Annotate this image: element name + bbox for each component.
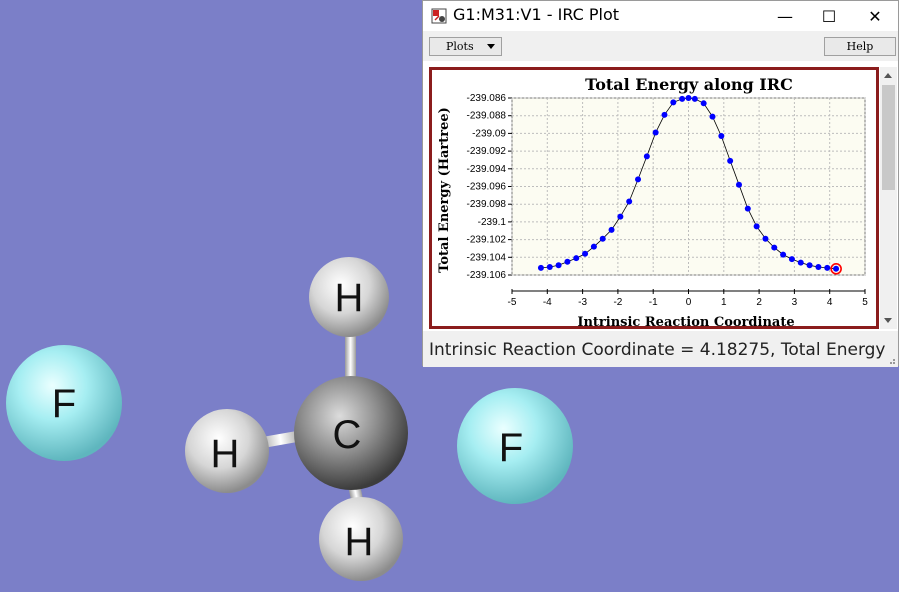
minimize-icon: — — [777, 6, 793, 26]
data-point — [753, 223, 760, 230]
plot-layer: -239.086 -239.088 -239.09 -239.092 -239.094 -… — [467, 93, 869, 308]
window-title: G1:M31:V1 - IRC Plot — [453, 5, 620, 24]
plots-label: Plots — [446, 40, 474, 53]
data-point — [806, 262, 813, 269]
data-point — [744, 205, 751, 212]
chevron-down-icon — [487, 44, 495, 49]
plot-area[interactable]: Total Energy along IRC Intrinsic Reactio… — [429, 67, 879, 329]
x-tick-label: 5 — [862, 297, 868, 308]
data-point — [573, 255, 580, 262]
status-text: Intrinsic Reaction Coordinate = 4.18275,… — [429, 340, 886, 360]
data-point — [797, 259, 804, 266]
data-point — [537, 264, 544, 271]
x-tick-label: -4 — [543, 297, 552, 308]
data-point — [762, 235, 769, 242]
maximize-button[interactable]: ☐ — [807, 3, 851, 29]
x-axis-label: Intrinsic Reaction Coordinate — [577, 315, 794, 326]
x-tick-label: -5 — [508, 297, 517, 308]
y-tick-label: -239.094 — [467, 164, 507, 175]
data-point — [691, 95, 698, 102]
status-bar: Intrinsic Reaction Coordinate = 4.18275,… — [423, 331, 898, 367]
x-tick-label: 3 — [792, 297, 798, 308]
data-point — [780, 251, 787, 258]
plots-dropdown-button[interactable]: Plots — [429, 37, 502, 56]
x-tick-label: 0 — [686, 297, 692, 308]
data-point — [652, 129, 659, 136]
scroll-thumb[interactable] — [882, 85, 895, 190]
scroll-down-arrow-icon[interactable] — [884, 318, 892, 323]
x-tick-label: 2 — [756, 297, 762, 308]
atom-f-right[interactable]: F — [457, 388, 573, 504]
y-tick-label: -239.096 — [467, 182, 507, 193]
close-icon: ✕ — [868, 6, 882, 26]
atom-c-center[interactable]: C — [294, 376, 408, 490]
atom-h-bottom[interactable]: H — [319, 497, 403, 581]
data-point — [608, 226, 615, 233]
atom-label: F — [52, 382, 76, 426]
vertical-scrollbar[interactable] — [880, 67, 897, 329]
data-point — [815, 264, 822, 271]
scroll-up-arrow-icon[interactable] — [884, 73, 892, 78]
data-point — [670, 99, 677, 106]
atom-label: C — [333, 413, 362, 457]
data-point — [735, 181, 742, 188]
data-point — [727, 157, 734, 164]
irc-chart[interactable]: Total Energy along IRC Intrinsic Reactio… — [432, 70, 876, 326]
data-point — [643, 153, 650, 160]
gaussview-app-icon — [431, 8, 447, 24]
atom-label: H — [335, 276, 364, 320]
help-button[interactable]: Help — [824, 37, 896, 56]
y-tick-label: -239.1 — [478, 217, 507, 228]
close-button[interactable]: ✕ — [853, 3, 897, 29]
data-point — [617, 213, 624, 220]
maximize-icon: ☐ — [821, 6, 837, 26]
x-tick-label: 4 — [827, 297, 833, 308]
x-tick-label: -3 — [578, 297, 587, 308]
atom-label: H — [211, 432, 240, 476]
atom-f-left[interactable]: F — [6, 345, 122, 461]
data-point — [824, 264, 831, 271]
data-point — [555, 262, 562, 269]
help-label: Help — [846, 40, 874, 53]
y-tick-label: -239.092 — [467, 146, 507, 157]
title-bar[interactable]: G1:M31:V1 - IRC Plot — ☐ ✕ — [423, 1, 898, 31]
y-tick-label: -239.106 — [467, 270, 507, 281]
data-point — [582, 250, 589, 257]
y-tick-label: -239.102 — [467, 235, 507, 246]
data-point — [685, 95, 692, 101]
atom-h-left[interactable]: H — [185, 409, 269, 493]
irc-plot-window[interactable]: G1:M31:V1 - IRC Plot — ☐ ✕ Plots Help To… — [422, 0, 899, 367]
atom-label: F — [499, 426, 523, 470]
data-point — [626, 198, 633, 205]
data-point — [679, 95, 686, 102]
y-tick-label: -239.088 — [467, 111, 507, 122]
data-point — [599, 235, 606, 242]
y-tick-label: -239.086 — [467, 93, 507, 104]
data-point — [700, 100, 707, 107]
y-tick-label: -239.09 — [472, 128, 506, 139]
x-tick-label: 1 — [721, 297, 727, 308]
data-point — [718, 133, 725, 140]
atom-h-top[interactable]: H — [309, 257, 389, 337]
data-point — [833, 265, 840, 272]
data-point — [771, 244, 778, 251]
data-point — [635, 176, 642, 183]
data-point — [564, 258, 571, 265]
minimize-button[interactable]: — — [763, 3, 807, 29]
atom-label: H — [345, 520, 374, 564]
chart-title: Total Energy along IRC — [585, 75, 793, 94]
resize-grip-icon[interactable] — [886, 355, 896, 365]
y-tick-label: -239.104 — [467, 252, 507, 263]
data-point — [709, 113, 716, 120]
data-point — [661, 111, 668, 118]
y-axis-label: Total Energy (Hartree) — [437, 107, 452, 273]
x-tick-label: -2 — [613, 297, 622, 308]
data-point — [590, 243, 597, 250]
x-tick-label: -1 — [649, 297, 658, 308]
data-point — [546, 264, 553, 271]
y-tick-label: -239.098 — [467, 199, 507, 210]
data-point — [788, 256, 795, 263]
toolbar: Plots Help — [423, 31, 898, 61]
